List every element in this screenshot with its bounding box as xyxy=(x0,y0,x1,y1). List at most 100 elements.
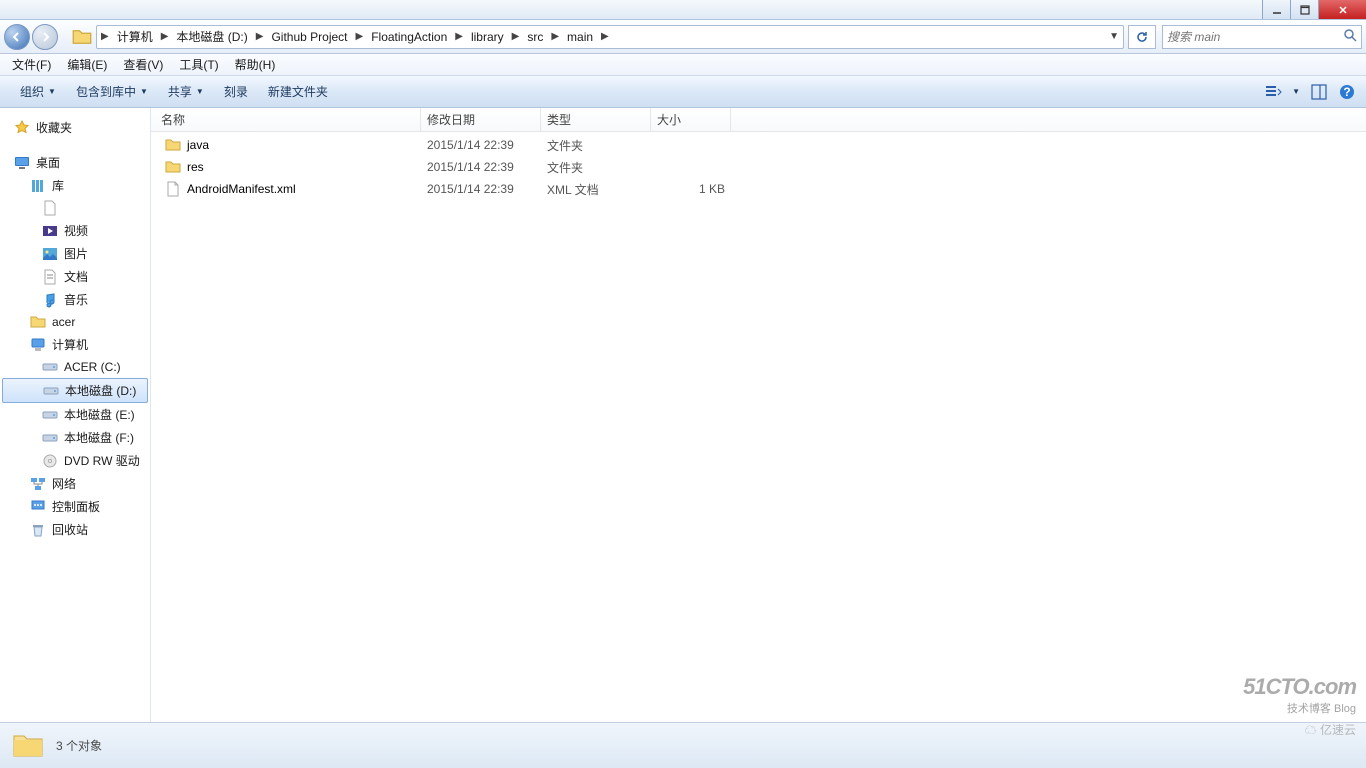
drive-icon xyxy=(42,430,58,446)
sidebar-pictures[interactable]: 图片 xyxy=(0,242,150,265)
sidebar-libraries[interactable]: 库 xyxy=(0,174,150,197)
sidebar-control-panel[interactable]: 控制面板 xyxy=(0,495,150,518)
sidebar-recycle-bin[interactable]: 回收站 xyxy=(0,518,150,541)
sidebar-dvd-drive[interactable]: DVD RW 驱动 xyxy=(0,449,150,472)
drive-icon xyxy=(42,407,58,423)
crumb-library[interactable]: library xyxy=(465,26,510,48)
video-icon xyxy=(42,223,58,239)
menu-edit[interactable]: 编辑(E) xyxy=(59,56,115,73)
chevron-right-icon[interactable]: ▶ xyxy=(99,31,111,42)
library-icon xyxy=(30,178,46,194)
sidebar-drive-f[interactable]: 本地磁盘 (F:) xyxy=(0,426,150,449)
sidebar-desktop[interactable]: 桌面 xyxy=(0,151,150,174)
column-headers: 名称 修改日期 类型 大小 xyxy=(151,108,1366,132)
chevron-down-icon[interactable]: ▼ xyxy=(1292,87,1300,96)
menu-file[interactable]: 文件(F) xyxy=(4,56,59,73)
close-button[interactable] xyxy=(1318,0,1366,19)
crumb-main[interactable]: main xyxy=(561,26,599,48)
sidebar-drive-d[interactable]: 本地磁盘 (D:) xyxy=(2,378,148,403)
chevron-right-icon[interactable]: ▶ xyxy=(159,31,171,42)
file-type: 文件夹 xyxy=(541,137,651,154)
sidebar-music[interactable]: 音乐 xyxy=(0,288,150,311)
share-button[interactable]: 共享 ▼ xyxy=(158,83,214,100)
star-icon xyxy=(14,120,30,136)
chevron-down-icon[interactable]: ▼ xyxy=(1107,31,1121,42)
status-count: 3 个对象 xyxy=(56,737,102,754)
recycle-bin-icon xyxy=(30,522,46,538)
sidebar-item-label: 文档 xyxy=(64,268,88,285)
maximize-button[interactable] xyxy=(1290,0,1318,19)
svg-text:?: ? xyxy=(1343,85,1350,99)
chevron-right-icon[interactable]: ▶ xyxy=(510,31,522,42)
document-icon xyxy=(42,200,58,216)
crumb-d-drive[interactable]: 本地磁盘 (D:) xyxy=(170,26,253,48)
crumb-computer[interactable]: 计算机 xyxy=(111,26,159,48)
burn-button[interactable]: 刻录 xyxy=(214,83,258,100)
column-date[interactable]: 修改日期 xyxy=(421,108,541,131)
sidebar-documents[interactable]: 文档 xyxy=(0,265,150,288)
help-button[interactable]: ? xyxy=(1338,83,1356,101)
picture-icon xyxy=(42,246,58,262)
include-in-library-button[interactable]: 包含到库中 ▼ xyxy=(66,83,158,100)
file-size: 1 KB xyxy=(651,182,731,196)
sidebar-item-label: 本地磁盘 (D:) xyxy=(65,382,136,399)
menu-help[interactable]: 帮助(H) xyxy=(227,56,284,73)
sidebar-computer[interactable]: 计算机 xyxy=(0,333,150,356)
chevron-right-icon[interactable]: ▶ xyxy=(549,31,561,42)
file-type: XML 文档 xyxy=(541,181,651,198)
forward-button[interactable] xyxy=(32,24,58,50)
chevron-right-icon[interactable]: ▶ xyxy=(354,31,366,42)
network-icon xyxy=(30,476,46,492)
column-name[interactable]: 名称 xyxy=(151,108,421,131)
window-titlebar xyxy=(0,0,1366,20)
sidebar-drive-c[interactable]: ACER (C:) xyxy=(0,356,150,378)
sidebar-item-label: 控制面板 xyxy=(52,498,100,515)
search-box[interactable] xyxy=(1162,25,1362,49)
drive-icon xyxy=(43,383,59,399)
folder-icon xyxy=(165,137,181,153)
view-options-button[interactable] xyxy=(1264,83,1282,101)
sidebar-item-label: acer xyxy=(52,315,75,329)
column-size[interactable]: 大小 xyxy=(651,108,731,131)
file-row[interactable]: res2015/1/14 22:39文件夹 xyxy=(151,156,1366,178)
sidebar-favorites[interactable]: 收藏夹 xyxy=(0,116,150,139)
file-date: 2015/1/14 22:39 xyxy=(421,138,541,152)
chevron-right-icon[interactable]: ▶ xyxy=(453,31,465,42)
chevron-right-icon[interactable]: ▶ xyxy=(254,31,266,42)
sidebar-item-label: 网络 xyxy=(52,475,76,492)
navigation-bar: ▶ 计算机 ▶ 本地磁盘 (D:) ▶ Github Project ▶ Flo… xyxy=(0,20,1366,54)
address-breadcrumb[interactable]: ▶ 计算机 ▶ 本地磁盘 (D:) ▶ Github Project ▶ Flo… xyxy=(96,25,1124,49)
folder-icon xyxy=(12,730,44,762)
search-icon xyxy=(1343,28,1357,45)
file-name: res xyxy=(187,160,204,174)
column-type[interactable]: 类型 xyxy=(541,108,651,131)
sidebar-blank-item[interactable] xyxy=(0,197,150,219)
menu-tools[interactable]: 工具(T) xyxy=(171,56,226,73)
desktop-icon xyxy=(14,155,30,171)
control-panel-icon xyxy=(30,499,46,515)
sidebar-item-label: DVD RW 驱动 xyxy=(64,452,140,469)
crumb-floatingaction[interactable]: FloatingAction xyxy=(365,26,453,48)
back-button[interactable] xyxy=(4,24,30,50)
file-row[interactable]: java2015/1/14 22:39文件夹 xyxy=(151,134,1366,156)
file-date: 2015/1/14 22:39 xyxy=(421,160,541,174)
sidebar-item-label: 视频 xyxy=(64,222,88,239)
crumb-src[interactable]: src xyxy=(521,26,549,48)
search-input[interactable] xyxy=(1167,30,1339,44)
sidebar-drive-e[interactable]: 本地磁盘 (E:) xyxy=(0,403,150,426)
document-icon xyxy=(42,269,58,285)
organize-button[interactable]: 组织 ▼ xyxy=(10,83,66,100)
refresh-button[interactable] xyxy=(1128,25,1156,49)
crumb-github-project[interactable]: Github Project xyxy=(265,26,353,48)
sidebar-network[interactable]: 网络 xyxy=(0,472,150,495)
file-row[interactable]: AndroidManifest.xml2015/1/14 22:39XML 文档… xyxy=(151,178,1366,200)
main-area: 收藏夹 桌面 库 视频 图片 xyxy=(0,108,1366,722)
minimize-button[interactable] xyxy=(1262,0,1290,19)
new-folder-button[interactable]: 新建文件夹 xyxy=(258,83,338,100)
sidebar-user-acer[interactable]: acer xyxy=(0,311,150,333)
preview-pane-button[interactable] xyxy=(1310,83,1328,101)
menu-view[interactable]: 查看(V) xyxy=(115,56,171,73)
sidebar-videos[interactable]: 视频 xyxy=(0,219,150,242)
sidebar-item-label: 音乐 xyxy=(64,291,88,308)
chevron-right-icon[interactable]: ▶ xyxy=(599,31,611,42)
